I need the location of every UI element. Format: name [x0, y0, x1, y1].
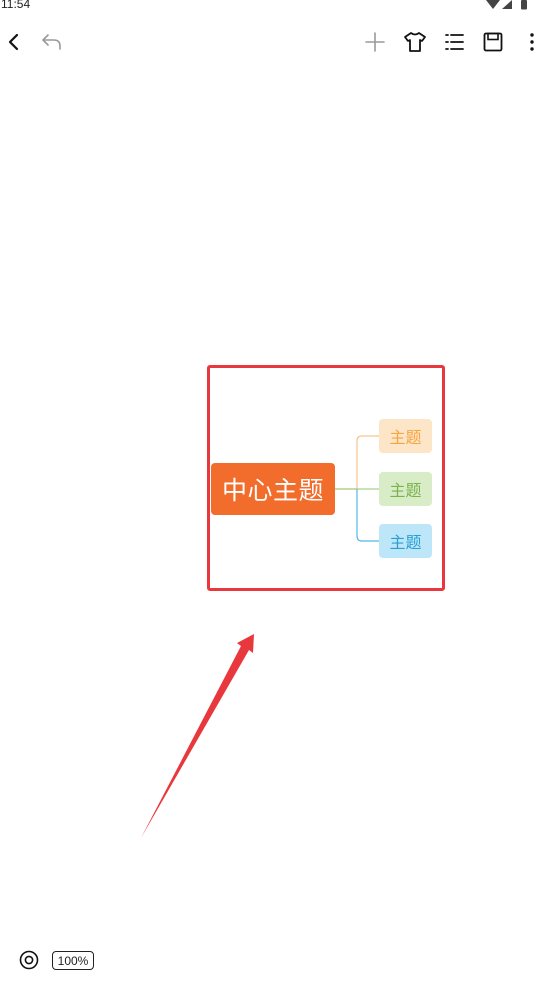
add-topic-button[interactable]	[357, 22, 393, 62]
save-icon	[483, 32, 503, 52]
zoom-level-text: 100%	[57, 953, 89, 968]
status-bar: 11:54	[0, 0, 544, 12]
theme-button[interactable]	[397, 22, 433, 62]
chevron-left-icon	[8, 33, 19, 51]
highlight-annotation-box	[207, 365, 445, 591]
back-button[interactable]	[0, 22, 32, 62]
more-button[interactable]	[514, 22, 544, 62]
target-icon	[19, 950, 39, 970]
locate-center-button[interactable]	[18, 949, 40, 971]
more-vertical-icon	[530, 33, 534, 51]
tshirt-icon	[404, 32, 426, 52]
status-time: 11:54	[1, 0, 31, 11]
list-icon	[445, 34, 464, 50]
battery-icon	[521, 0, 527, 10]
outline-button[interactable]	[436, 22, 472, 62]
undo-button[interactable]	[34, 22, 70, 62]
status-icons	[486, 0, 527, 10]
undo-icon	[42, 34, 61, 50]
signal-icon	[502, 0, 512, 9]
zoom-level-badge[interactable]: 100%	[52, 951, 94, 970]
mindmap-editor: 11:54 中心主题 主题 主题 主题 100%	[0, 0, 544, 981]
toolbar	[0, 22, 544, 62]
wifi-icon	[486, 0, 500, 9]
plus-icon	[365, 32, 385, 52]
save-button[interactable]	[475, 22, 511, 62]
